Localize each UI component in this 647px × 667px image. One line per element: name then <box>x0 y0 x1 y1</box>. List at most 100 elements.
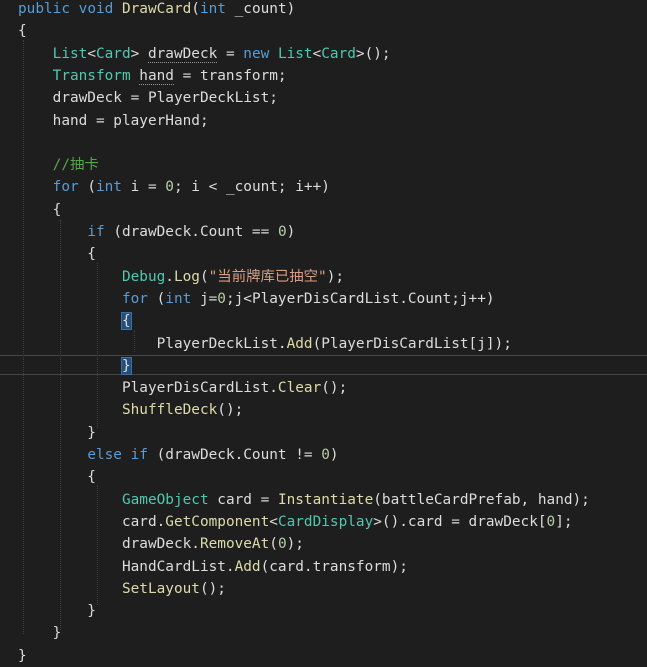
code-line[interactable]: //抽卡 <box>18 154 99 176</box>
code-token: i = <box>130 179 166 196</box>
code-token: ]; <box>555 513 573 530</box>
code-token: . <box>165 268 174 285</box>
code-token: > <box>130 45 148 62</box>
code-token: int <box>165 290 200 307</box>
code-token: ) <box>329 447 339 463</box>
code-token: public <box>18 1 79 17</box>
code-token: (card.transform); <box>260 558 408 575</box>
code-token: } <box>18 424 96 441</box>
code-line[interactable]: hand = playerHand; <box>18 110 209 132</box>
code-line[interactable]: { <box>18 20 27 42</box>
code-line[interactable]: HandCardList.Add(card.transform); <box>18 556 408 578</box>
code-token: 0 <box>277 224 287 240</box>
code-token: Card <box>95 45 131 62</box>
code-token: } <box>18 647 27 664</box>
code-token: ; i < _count; i++) <box>173 179 330 196</box>
code-token: (battleCardPrefab, hand); <box>373 491 590 508</box>
code-token: DrawCard <box>121 1 192 17</box>
code-token: ); <box>326 268 345 285</box>
code-token: >().card = drawDeck[ <box>373 513 547 530</box>
code-line[interactable]: { <box>18 243 96 265</box>
code-line[interactable]: drawDeck = PlayerDeckList; <box>18 87 278 109</box>
code-token: (); <box>217 402 244 419</box>
code-line[interactable]: for (int i = 0; i < _count; i++) <box>18 176 330 198</box>
code-token: Instantiate <box>277 491 374 508</box>
code-line[interactable]: } <box>18 422 96 444</box>
code-line[interactable]: } <box>18 600 96 622</box>
code-token: drawDeck. <box>18 536 200 553</box>
code-token: else if <box>87 447 157 463</box>
code-token: void <box>78 1 122 17</box>
code-token: drawDeck <box>147 45 218 63</box>
code-token: (); <box>199 580 226 597</box>
code-line[interactable]: SetLayout(); <box>18 578 226 600</box>
code-line[interactable]: PlayerDeckList.Add(PlayerDisCardList[j])… <box>18 333 512 355</box>
code-line[interactable]: if (drawDeck.Count == 0) <box>18 221 295 243</box>
code-line[interactable]: } <box>18 622 62 644</box>
code-token: Add <box>286 335 313 352</box>
code-token: HandCardList. <box>18 558 235 575</box>
code-token: < <box>87 45 96 62</box>
code-token: PlayerDisCardList. <box>18 380 278 397</box>
code-line[interactable]: PlayerDisCardList.Clear(); <box>18 377 347 399</box>
code-token: < <box>312 45 322 62</box>
code-line[interactable]: { <box>18 466 96 488</box>
code-token: 0 <box>165 179 174 196</box>
code-line[interactable]: ShuffleDeck(); <box>18 399 243 421</box>
code-token: Card <box>321 45 356 62</box>
code-token: { <box>18 201 62 218</box>
code-line[interactable]: { <box>18 199 62 221</box>
text-caret <box>130 357 132 374</box>
code-token: } <box>18 625 62 642</box>
code-line[interactable]: GameObject card = Instantiate(battleCard… <box>18 489 590 511</box>
code-token: = transform; <box>173 67 287 84</box>
code-token: (drawDeck.Count != <box>156 447 322 463</box>
code-token: PlayerDeckList. <box>18 335 287 352</box>
code-token: int <box>199 1 235 17</box>
code-token: (drawDeck.Count == <box>113 224 278 240</box>
code-line[interactable]: } <box>18 355 132 377</box>
code-token: (PlayerDisCardList[j]); <box>312 335 512 352</box>
code-line[interactable]: drawDeck.RemoveAt(0); <box>18 533 304 555</box>
code-token: ( <box>269 536 278 553</box>
code-token: { <box>18 23 27 40</box>
code-line[interactable]: for (int j=0;j<PlayerDisCardList.Count;j… <box>18 288 495 310</box>
code-token: >(); <box>355 45 391 62</box>
code-token: ( <box>191 1 200 17</box>
code-token: _count) <box>234 1 296 17</box>
code-token: ;j<PlayerDisCardList.Count;j++) <box>225 290 495 307</box>
code-token: ) <box>286 224 296 240</box>
code-token: 0 <box>321 447 330 463</box>
code-token: { <box>18 469 96 486</box>
code-line[interactable]: { <box>18 310 132 332</box>
code-line[interactable]: } <box>18 645 27 667</box>
code-editor[interactable]: public void DrawCard(int _count){ List<C… <box>0 0 647 664</box>
code-token: } <box>18 603 96 620</box>
code-line[interactable]: List<Card> drawDeck = new List<Card>(); <box>18 43 391 65</box>
code-line[interactable]: Transform hand = transform; <box>18 65 287 87</box>
code-token: = <box>217 45 244 62</box>
code-token: int <box>95 179 131 196</box>
code-line[interactable]: card.GetComponent<CardDisplay>().card = … <box>18 511 573 533</box>
code-token: CardDisplay <box>277 513 374 530</box>
code-line[interactable]: else if (drawDeck.Count != 0) <box>18 444 339 466</box>
code-line[interactable]: public void DrawCard(int _count) <box>18 0 295 20</box>
code-token: //抽卡 <box>52 157 99 174</box>
code-token: } <box>121 356 132 375</box>
code-token: { <box>18 246 96 263</box>
code-token: Transform <box>52 67 140 84</box>
code-token: "当前牌库已抽空" <box>208 268 327 285</box>
code-token: for <box>121 290 157 307</box>
code-token: { <box>121 312 132 331</box>
code-token: if <box>87 224 114 240</box>
code-line[interactable]: Debug.Log("当前牌库已抽空"); <box>18 266 344 288</box>
code-token: 0 <box>546 513 556 530</box>
code-token: hand = playerHand; <box>18 112 209 129</box>
